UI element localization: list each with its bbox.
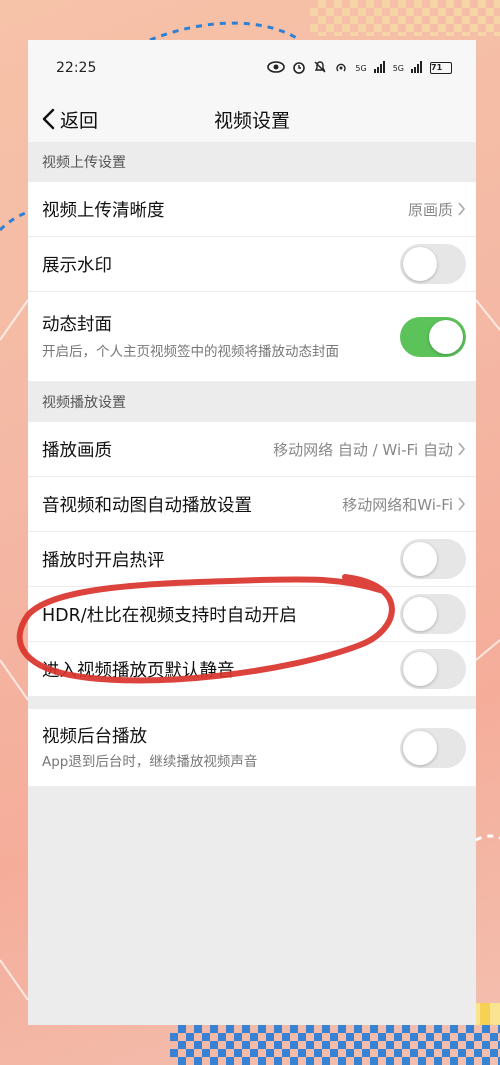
chevron-left-icon bbox=[42, 108, 55, 130]
hot-comment-title: 播放时开启热评 bbox=[42, 550, 165, 571]
playback-quality-row[interactable]: 播放画质 移动网络 自动 / Wi-Fi 自动 bbox=[28, 422, 476, 477]
signal-bars-icon bbox=[373, 60, 386, 76]
section-gap bbox=[28, 697, 476, 709]
back-button[interactable]: 返回 bbox=[40, 96, 98, 142]
mute-title: 进入视频播放页默认静音 bbox=[42, 660, 235, 681]
upload-quality-row[interactable]: 视频上传清晰度 原画质 bbox=[28, 182, 476, 237]
eye-icon bbox=[267, 60, 286, 76]
signal-bars-icon bbox=[411, 60, 423, 76]
chevron-right-icon bbox=[458, 442, 466, 456]
chevron-right-icon bbox=[458, 497, 466, 511]
hdr-title: HDR/杜比在视频支持时自动开启 bbox=[42, 605, 297, 626]
watermark-title: 展示水印 bbox=[42, 255, 112, 276]
battery-icon: 71 bbox=[430, 62, 452, 74]
dynamic-cover-row: 动态封面 开启后，个人主页视频签中的视频将播放动态封面 bbox=[28, 292, 476, 382]
autoplay-title: 音视频和动图自动播放设置 bbox=[42, 495, 252, 516]
autoplay-value-wrap: 移动网络和Wi-Fi bbox=[342, 494, 466, 515]
back-label: 返回 bbox=[60, 109, 99, 132]
upload-quality-title: 视频上传清晰度 bbox=[42, 200, 165, 221]
section-header-playback: 视频播放设置 bbox=[28, 382, 476, 422]
hot-comment-toggle[interactable] bbox=[400, 539, 466, 579]
signal-1-label: 5G bbox=[355, 63, 367, 73]
phone-screen: 22:25 5G 5G 71 返回 视频设置 视频上传设置 视频上传清晰度 原画… bbox=[28, 40, 476, 1025]
watermark-row: 展示水印 bbox=[28, 237, 476, 292]
hotspot-icon bbox=[334, 60, 348, 77]
playback-quality-value-wrap: 移动网络 自动 / Wi-Fi 自动 bbox=[273, 439, 466, 460]
checker-pattern-bottom bbox=[170, 1025, 500, 1065]
status-icons: 5G 5G 71 bbox=[267, 60, 452, 77]
status-bar: 22:25 5G 5G 71 bbox=[28, 40, 476, 96]
hdr-row: HDR/杜比在视频支持时自动开启 bbox=[28, 587, 476, 642]
watermark-toggle[interactable] bbox=[400, 244, 466, 284]
playback-quality-title: 播放画质 bbox=[42, 440, 112, 461]
hdr-toggle[interactable] bbox=[400, 594, 466, 634]
navigation-bar: 返回 视频设置 bbox=[28, 96, 476, 142]
background-play-title: 视频后台播放 bbox=[42, 727, 147, 747]
dynamic-cover-desc: 开启后，个人主页视频签中的视频将播放动态封面 bbox=[42, 344, 339, 360]
mute-row: 进入视频播放页默认静音 bbox=[28, 642, 476, 697]
upload-quality-value: 原画质 bbox=[407, 200, 453, 219]
dynamic-cover-toggle[interactable] bbox=[400, 316, 466, 357]
playback-quality-value: 移动网络 自动 / Wi-Fi 自动 bbox=[273, 440, 453, 459]
mute-bell-icon bbox=[313, 60, 327, 77]
mute-toggle[interactable] bbox=[400, 649, 466, 689]
dynamic-cover-title: 动态封面 bbox=[42, 315, 112, 335]
checker-pattern-top bbox=[310, 0, 500, 36]
alarm-icon bbox=[292, 60, 306, 77]
page-title: 视频设置 bbox=[213, 109, 290, 132]
autoplay-value: 移动网络和Wi-Fi bbox=[342, 495, 453, 514]
chevron-right-icon bbox=[458, 202, 466, 216]
signal-2-label: 5G bbox=[392, 63, 404, 73]
status-time: 22:25 bbox=[56, 60, 97, 76]
section-header-upload: 视频上传设置 bbox=[28, 142, 476, 182]
background-play-toggle[interactable] bbox=[400, 727, 466, 768]
upload-quality-value-wrap: 原画质 bbox=[408, 199, 466, 220]
hot-comment-row: 播放时开启热评 bbox=[28, 532, 476, 587]
autoplay-row[interactable]: 音视频和动图自动播放设置 移动网络和Wi-Fi bbox=[28, 477, 476, 532]
background-play-desc: App退到后台时，继续播放视频声音 bbox=[42, 754, 258, 770]
background-play-row: 视频后台播放 App退到后台时，继续播放视频声音 bbox=[28, 709, 476, 787]
